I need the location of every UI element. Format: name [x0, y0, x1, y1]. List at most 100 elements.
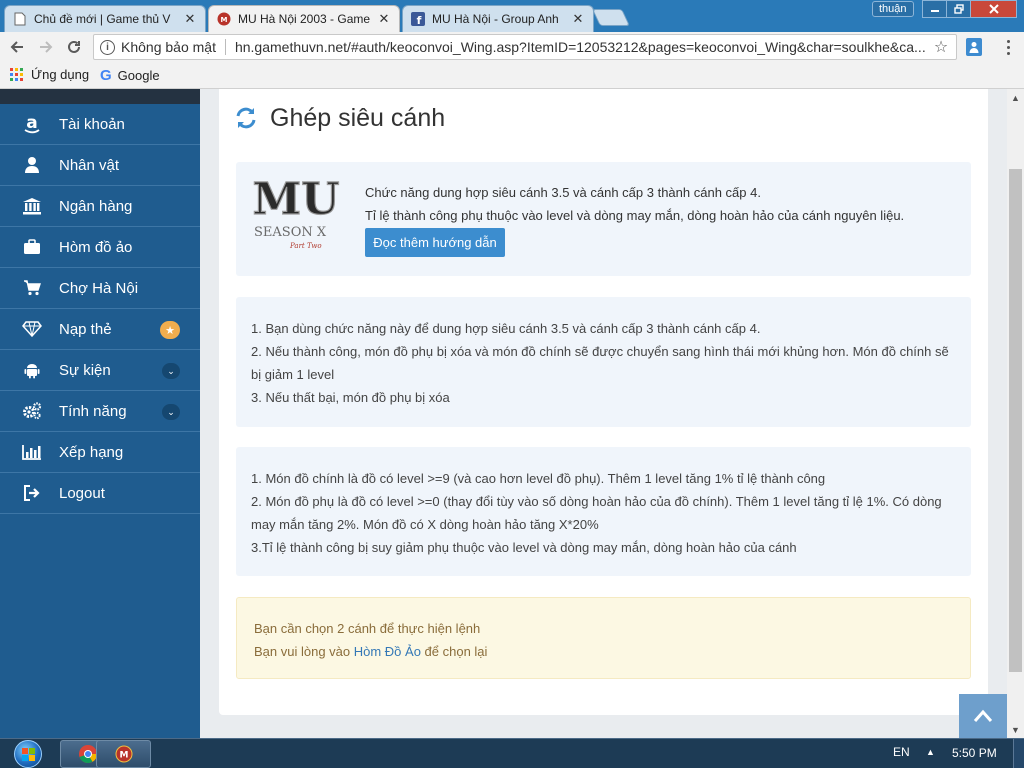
start-button[interactable] — [8, 740, 48, 768]
minimize-button[interactable] — [922, 0, 947, 18]
android-icon — [21, 361, 43, 379]
close-icon[interactable]: ✕ — [571, 11, 585, 27]
tab-facebook-group[interactable]: f MU Hà Nội - Group Anh ✕ — [402, 5, 594, 32]
amazon-icon: a — [21, 114, 43, 134]
profile-chip[interactable]: thuận — [872, 1, 914, 17]
reload-icon — [68, 40, 80, 53]
list-item: 3. Nếu thất bại, món đồ phụ bị xóa — [251, 390, 450, 405]
window-close-button[interactable] — [970, 0, 1017, 18]
close-icon[interactable]: ✕ — [183, 11, 197, 27]
sidebar-header — [0, 89, 200, 104]
reload-button[interactable] — [63, 36, 85, 58]
sidebar: a Tài khoản Nhân vật Ngân hàng Hòm đồ ảo… — [0, 89, 200, 738]
logo-title: MU — [252, 174, 339, 225]
sidebar-item-cho-ha-noi[interactable]: Chợ Hà Nội — [0, 268, 200, 309]
restore-button[interactable] — [946, 0, 971, 18]
sidebar-item-label: Chợ Hà Nội — [59, 279, 139, 297]
sidebar-item-label: Ngân hàng — [59, 197, 133, 215]
mu-favicon: M — [217, 12, 231, 26]
scrollbar-thumb[interactable] — [1009, 169, 1022, 672]
taskbar: M EN ▲ 5:50 PM — [0, 738, 1024, 768]
bookmark-google[interactable]: G Google — [100, 67, 160, 84]
list-item: 1. Món đồ chính là đồ có level >=9 (và c… — [251, 471, 826, 486]
facebook-icon: f — [411, 12, 425, 26]
list-item: 1. Bạn dùng chức năng này để dung hợp si… — [251, 321, 761, 336]
scroll-up-arrow-icon[interactable]: ▲ — [1007, 89, 1024, 106]
scroll-down-arrow-icon[interactable]: ▼ — [1007, 721, 1024, 738]
read-guide-button[interactable]: Đọc thêm hướng dẫn — [365, 228, 505, 257]
sidebar-item-tai-khoan[interactable]: a Tài khoản — [0, 104, 200, 145]
list-item: 3.Tỉ lệ thành công bị suy giảm phụ thuộc… — [251, 540, 797, 555]
forward-button[interactable] — [35, 36, 57, 58]
intro-line-2: Tỉ lệ thành công phụ thuộc vào level và … — [365, 208, 905, 223]
sidebar-item-label: Tài khoản — [59, 115, 125, 133]
close-icon — [988, 4, 999, 14]
svg-text:a: a — [26, 114, 37, 133]
alert-text: để chọn lại — [420, 644, 488, 659]
alert-line-1: Bạn cần chọn 2 cánh để thực hiện lệnh — [254, 621, 481, 636]
bookmark-star-icon[interactable]: ☆ — [932, 37, 950, 57]
list-item: 2. Món đồ phụ là đồ có level >=0 (thay đ… — [251, 494, 942, 532]
chevron-down-icon[interactable]: ⌄ — [162, 404, 180, 420]
diamond-icon — [21, 321, 43, 337]
bookmark-label: Google — [117, 68, 160, 83]
chrome-icon — [78, 745, 97, 764]
page-title-text: Ghép siêu cánh — [270, 103, 446, 132]
url-text[interactable]: hn.gamethuvn.net/#auth/keoconvoi_Wing.as… — [235, 39, 932, 55]
bookmark-apps[interactable]: Ứng dụng — [10, 67, 89, 82]
back-to-top-button[interactable] — [959, 694, 1007, 738]
sidebar-item-tinh-nang[interactable]: Tính năng ⌄ — [0, 391, 200, 432]
rules-box-1: 1. Bạn dùng chức năng này để dung hợp si… — [236, 297, 971, 427]
clock[interactable]: 5:50 PM — [952, 746, 997, 760]
intro-line-1: Chức năng dung hợp siêu cánh 3.5 và cánh… — [365, 185, 761, 200]
mu-season-logo: MU SEASON X Part Two — [250, 173, 350, 252]
tab-title: Chủ đề mới | Game thủ V — [34, 12, 171, 26]
sidebar-item-label: Nhân vật — [59, 156, 120, 174]
sidebar-item-logout[interactable]: Logout — [0, 473, 200, 514]
chevron-up-icon — [973, 709, 993, 722]
warning-alert: Bạn cần chọn 2 cánh để thực hiện lệnh Bạ… — [236, 597, 971, 679]
new-tab-button[interactable] — [592, 9, 630, 26]
browser-tab-bar: Chủ đề mới | Game thủ V ✕ M MU Hà Nội 20… — [0, 0, 1024, 32]
sidebar-item-hom-do-ao[interactable]: Hòm đồ ảo — [0, 227, 200, 268]
alert-line-2: Bạn vui lòng vào Hòm Đồ Ảo để chọn lại — [254, 640, 953, 663]
sidebar-item-nhan-vat[interactable]: Nhân vật — [0, 145, 200, 186]
close-icon[interactable]: ✕ — [377, 11, 391, 27]
security-label: Không bảo mật — [121, 39, 216, 55]
bookmark-label: Ứng dụng — [31, 67, 90, 82]
arrow-right-icon — [40, 41, 53, 53]
sidebar-item-nap-the[interactable]: Nạp thẻ ★ — [0, 309, 200, 350]
tray-expand-icon[interactable]: ▲ — [926, 747, 935, 757]
sidebar-item-ngan-hang[interactable]: Ngân hàng — [0, 186, 200, 227]
arrow-left-icon — [10, 41, 23, 53]
sidebar-item-label: Sự kiện — [59, 361, 111, 379]
apps-grid-icon — [10, 68, 23, 81]
chevron-down-icon[interactable]: ⌄ — [162, 363, 180, 379]
sidebar-item-label: Tính năng — [59, 402, 127, 420]
extension-icon[interactable] — [966, 38, 982, 56]
address-bar[interactable]: i Không bảo mật hn.gamethuvn.net/#auth/k… — [93, 34, 957, 60]
language-indicator[interactable]: EN — [893, 745, 910, 759]
cart-icon — [21, 280, 43, 296]
tab-game-thu[interactable]: Chủ đề mới | Game thủ V ✕ — [4, 5, 206, 32]
bookmarks-bar: Ứng dụng G Google — [0, 62, 1024, 89]
sidebar-item-label: Xếp hạng — [59, 443, 124, 461]
vertical-scrollbar[interactable]: ▲ ▼ — [1007, 89, 1024, 738]
show-desktop-button[interactable] — [1013, 739, 1024, 768]
browser-menu-button[interactable] — [1004, 38, 1012, 56]
back-button[interactable] — [6, 36, 28, 58]
svg-text:f: f — [417, 14, 422, 26]
info-icon[interactable]: i — [100, 39, 115, 55]
rules-box-2: 1. Món đồ chính là đồ có level >=9 (và c… — [236, 447, 971, 576]
bar-chart-icon — [21, 444, 43, 460]
sidebar-item-xep-hang[interactable]: Xếp hạng — [0, 432, 200, 473]
tab-mu-ha-noi[interactable]: M MU Hà Nội 2003 - Game ✕ — [208, 5, 400, 32]
taskbar-mu-game[interactable]: M — [96, 740, 151, 768]
mu-game-icon: M — [115, 745, 132, 763]
svg-text:M: M — [221, 16, 228, 24]
tab-title: MU Hà Nội - Group Anh — [432, 12, 559, 26]
hom-do-ao-link[interactable]: Hòm Đồ Ảo — [354, 644, 421, 659]
user-icon — [21, 156, 43, 174]
sidebar-item-su-kien[interactable]: Sự kiện ⌄ — [0, 350, 200, 391]
star-icon: ★ — [160, 321, 180, 339]
